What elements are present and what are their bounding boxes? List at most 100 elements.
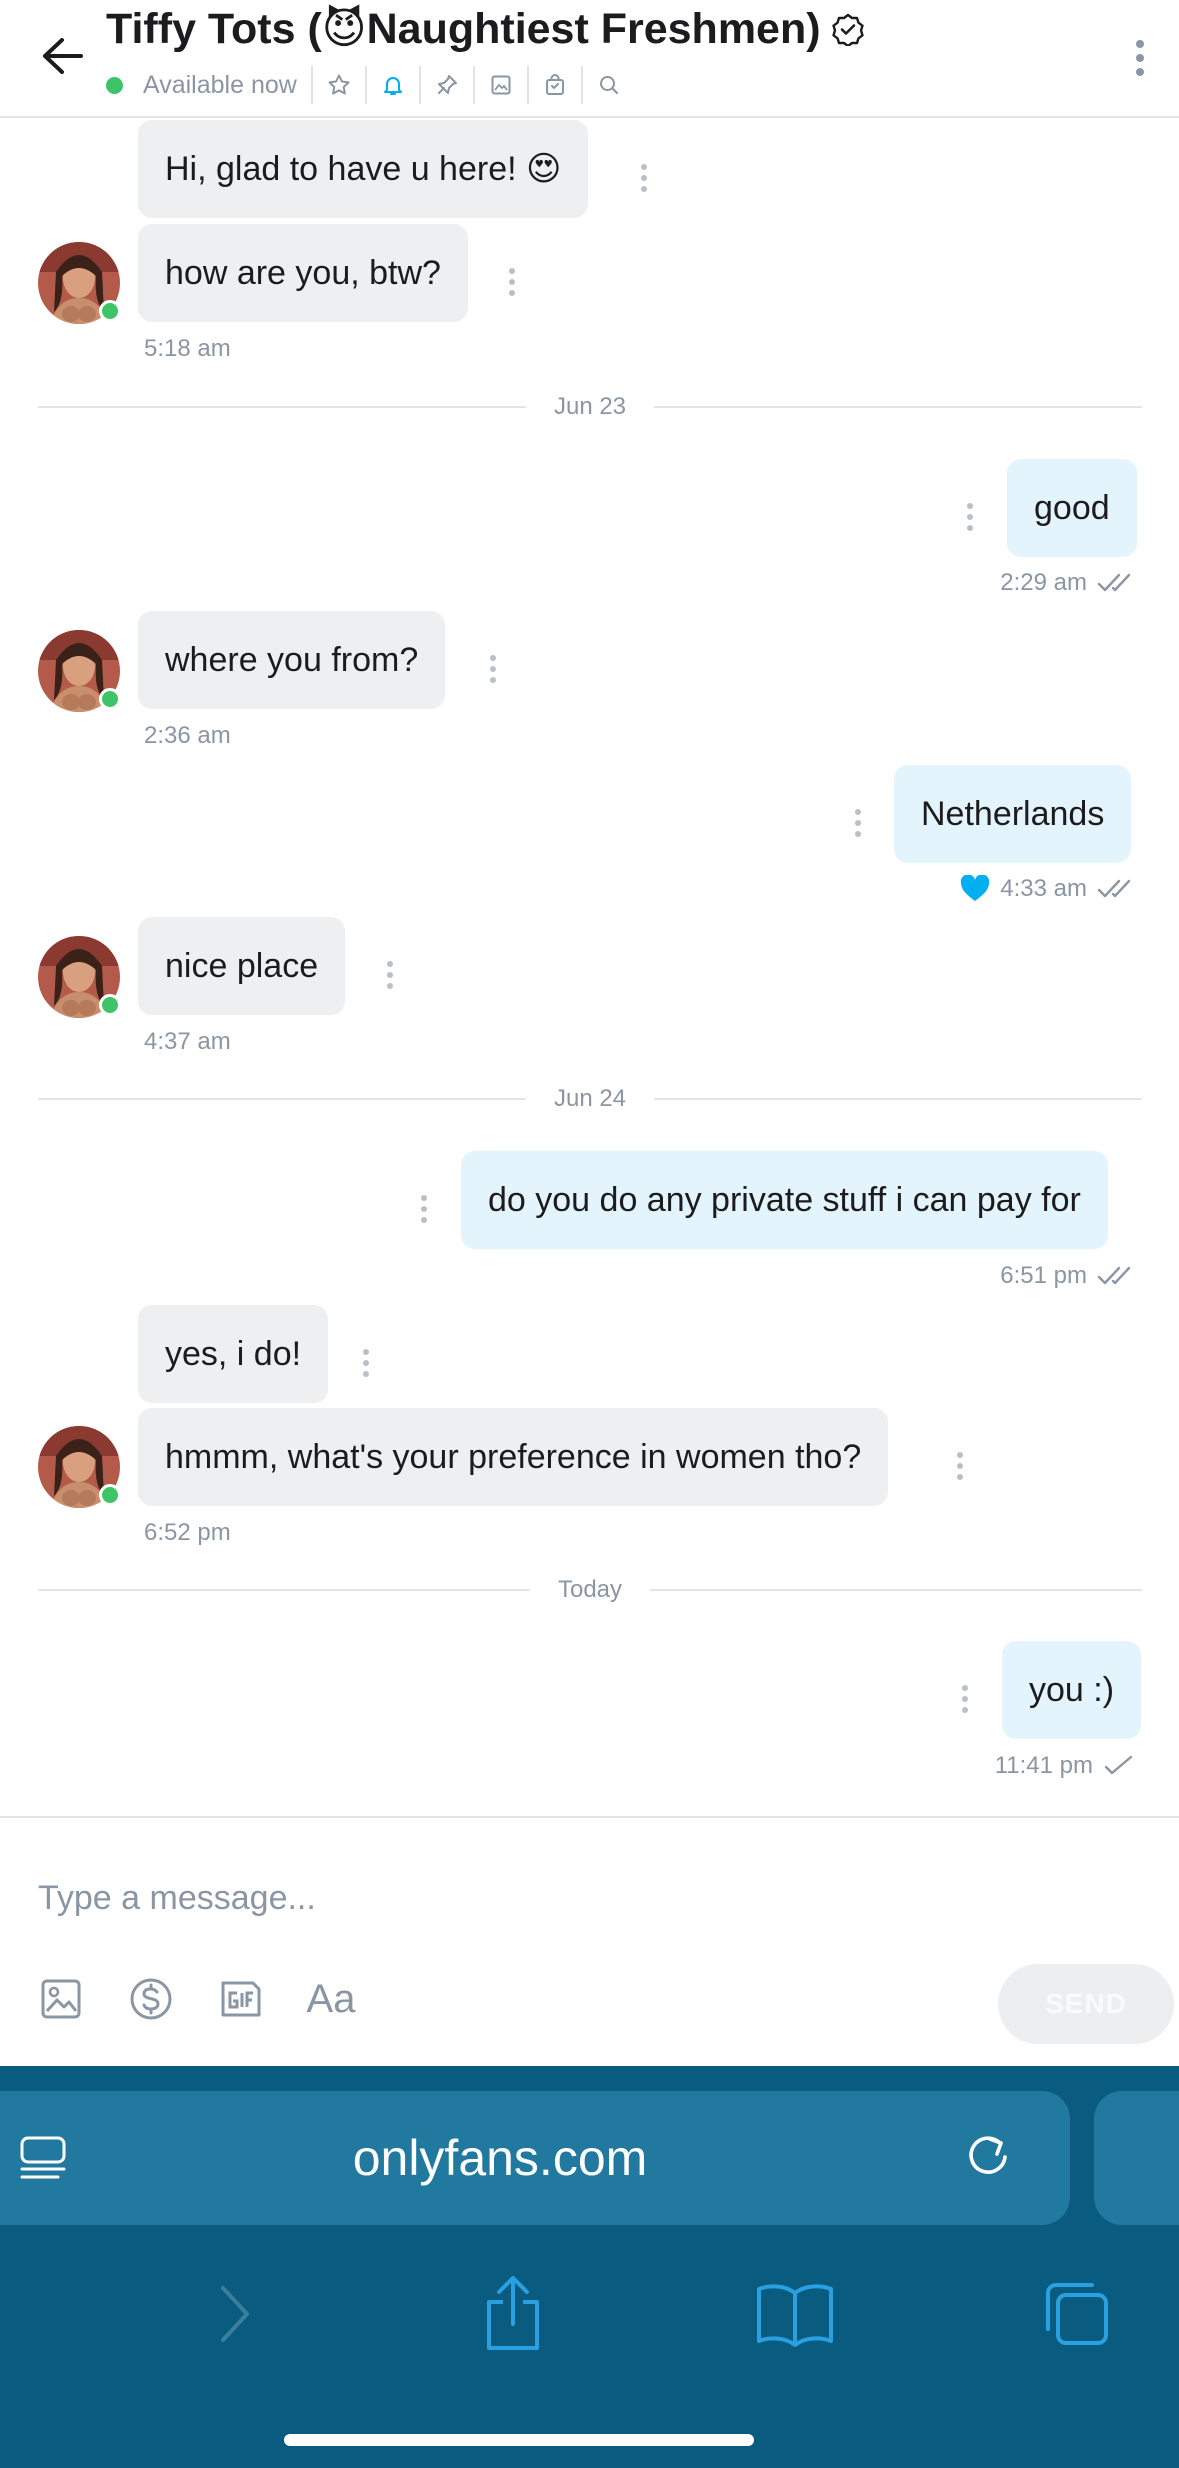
- message-text: where you from?: [165, 641, 419, 679]
- send-button[interactable]: SEND: [998, 1964, 1174, 2044]
- more-vertical-icon: [1136, 40, 1144, 76]
- message-text: good: [1034, 489, 1110, 527]
- chat-title-text: Tiffy Tots (😈Naughtiest Freshmen): [106, 5, 821, 53]
- more-vertical-icon: [490, 655, 496, 683]
- message-time: 4:33 am: [960, 875, 1137, 903]
- message-bubble-outgoing[interactable]: Netherlands: [894, 765, 1132, 863]
- avatar[interactable]: [38, 630, 121, 712]
- message-bubble-incoming[interactable]: hmmm, what's your preference in women th…: [138, 1408, 889, 1506]
- message-options-button[interactable]: [632, 158, 656, 198]
- message-bubble-incoming[interactable]: yes, i do!: [138, 1305, 329, 1403]
- message-input[interactable]: [38, 1858, 1128, 1938]
- tabs-button[interactable]: [1032, 2264, 1122, 2364]
- message-bubble-outgoing[interactable]: do you do any private stuff i can pay fo…: [461, 1151, 1108, 1249]
- gif-button[interactable]: [216, 1974, 266, 2024]
- message-options-button[interactable]: [354, 1343, 378, 1383]
- online-indicator: [99, 994, 121, 1016]
- book-icon: [757, 2284, 833, 2347]
- message-text: how are you, btw?: [165, 254, 441, 292]
- star-icon: [328, 74, 350, 95]
- check-icon: [1104, 1755, 1133, 1775]
- message-options-button[interactable]: [481, 649, 505, 689]
- date-label: Jun 24: [553, 1085, 627, 1112]
- address-bar[interactable]: onlyfans.com: [0, 2091, 1070, 2225]
- message-time: 6:52 pm: [144, 1519, 231, 1546]
- reload-icon: [969, 2136, 1007, 2174]
- date-label: Today: [557, 1576, 623, 1603]
- media-button[interactable]: [472, 66, 527, 104]
- more-vertical-icon: [855, 809, 861, 837]
- message-text: do you do any private stuff i can pay fo…: [488, 1181, 1081, 1219]
- more-vertical-icon: [962, 1685, 968, 1713]
- online-indicator: [99, 1484, 121, 1506]
- message-text: nice place: [165, 947, 319, 985]
- message-time: 11:41 pm: [995, 1752, 1137, 1780]
- message-time: 2:29 am: [1000, 569, 1137, 597]
- back-button[interactable]: [30, 24, 94, 88]
- message-text: Hi, glad to have u here! 😍: [165, 150, 562, 188]
- reload-button[interactable]: [960, 2129, 1016, 2190]
- next-tab-preview[interactable]: [1094, 2091, 1179, 2225]
- arrow-left-icon: [43, 38, 83, 74]
- message-time: 2:36 am: [144, 722, 231, 749]
- availability-status: Available now: [143, 70, 297, 99]
- browser-nav: [0, 2264, 1179, 2364]
- image-icon: [491, 75, 511, 95]
- verified-icon: [831, 12, 865, 46]
- chat-title[interactable]: Tiffy Tots (😈Naughtiest Freshmen): [106, 4, 865, 54]
- message-bubble-incoming[interactable]: how are you, btw?: [138, 224, 468, 322]
- star-button[interactable]: [310, 66, 365, 104]
- search-icon: [599, 76, 618, 95]
- message-options-button[interactable]: [412, 1189, 436, 1229]
- tabs-icon: [1046, 2283, 1108, 2345]
- more-options-button[interactable]: [1115, 28, 1165, 88]
- chat-header: Tiffy Tots (😈Naughtiest Freshmen) Availa…: [0, 0, 1179, 118]
- double-check-icon: [1097, 879, 1131, 898]
- more-vertical-icon: [363, 1349, 369, 1377]
- tip-price-button[interactable]: [126, 1974, 176, 2024]
- more-vertical-icon: [957, 1452, 963, 1480]
- forward-button[interactable]: [190, 2264, 280, 2364]
- more-vertical-icon: [509, 268, 515, 296]
- search-button[interactable]: [580, 66, 635, 104]
- message-time: 4:37 am: [144, 1028, 231, 1055]
- chat-subbar: Available now: [106, 66, 635, 104]
- more-vertical-icon: [387, 961, 393, 989]
- double-check-icon: [1097, 573, 1131, 592]
- message-options-button[interactable]: [958, 497, 982, 537]
- attach-media-button[interactable]: [36, 1974, 86, 2024]
- message-options-button[interactable]: [948, 1446, 972, 1486]
- message-text: yes, i do!: [165, 1335, 302, 1373]
- avatar[interactable]: [38, 1426, 121, 1508]
- message-text: you :): [1029, 1671, 1115, 1709]
- bookmarks-button[interactable]: [750, 2264, 840, 2364]
- avatar[interactable]: [38, 242, 121, 324]
- message-bubble-incoming[interactable]: Hi, glad to have u here! 😍: [138, 120, 589, 218]
- online-indicator: [99, 300, 121, 322]
- purchases-button[interactable]: [526, 66, 581, 104]
- date-label: Jun 23: [553, 393, 627, 420]
- message-bubble-outgoing[interactable]: you :): [1002, 1641, 1142, 1739]
- notifications-button[interactable]: [364, 66, 419, 104]
- date-separator: Jun 24: [38, 1084, 1142, 1114]
- message-options-button[interactable]: [500, 262, 524, 302]
- share-icon: [487, 2276, 539, 2350]
- browser-toolbar: onlyfans.com: [0, 2066, 1179, 2468]
- image-icon: [41, 1979, 81, 2019]
- heart-icon[interactable]: [960, 875, 990, 903]
- message-options-button[interactable]: [953, 1679, 977, 1719]
- pin-button[interactable]: [418, 66, 473, 104]
- date-separator: Today: [38, 1575, 1143, 1605]
- bag-icon: [545, 74, 564, 95]
- message-bubble-outgoing[interactable]: good: [1007, 459, 1137, 557]
- message-options-button[interactable]: [378, 955, 402, 995]
- share-button[interactable]: [468, 2264, 558, 2364]
- more-vertical-icon: [967, 503, 973, 531]
- message-bubble-incoming[interactable]: nice place: [138, 917, 346, 1015]
- url-text: onlyfans.com: [352, 2130, 648, 2186]
- message-options-button[interactable]: [846, 803, 870, 843]
- text-format-button[interactable]: Aa: [306, 1974, 356, 2024]
- avatar[interactable]: [38, 936, 121, 1018]
- message-bubble-incoming[interactable]: where you from?: [138, 611, 446, 709]
- message-text: hmmm, what's your preference in women th…: [165, 1438, 862, 1476]
